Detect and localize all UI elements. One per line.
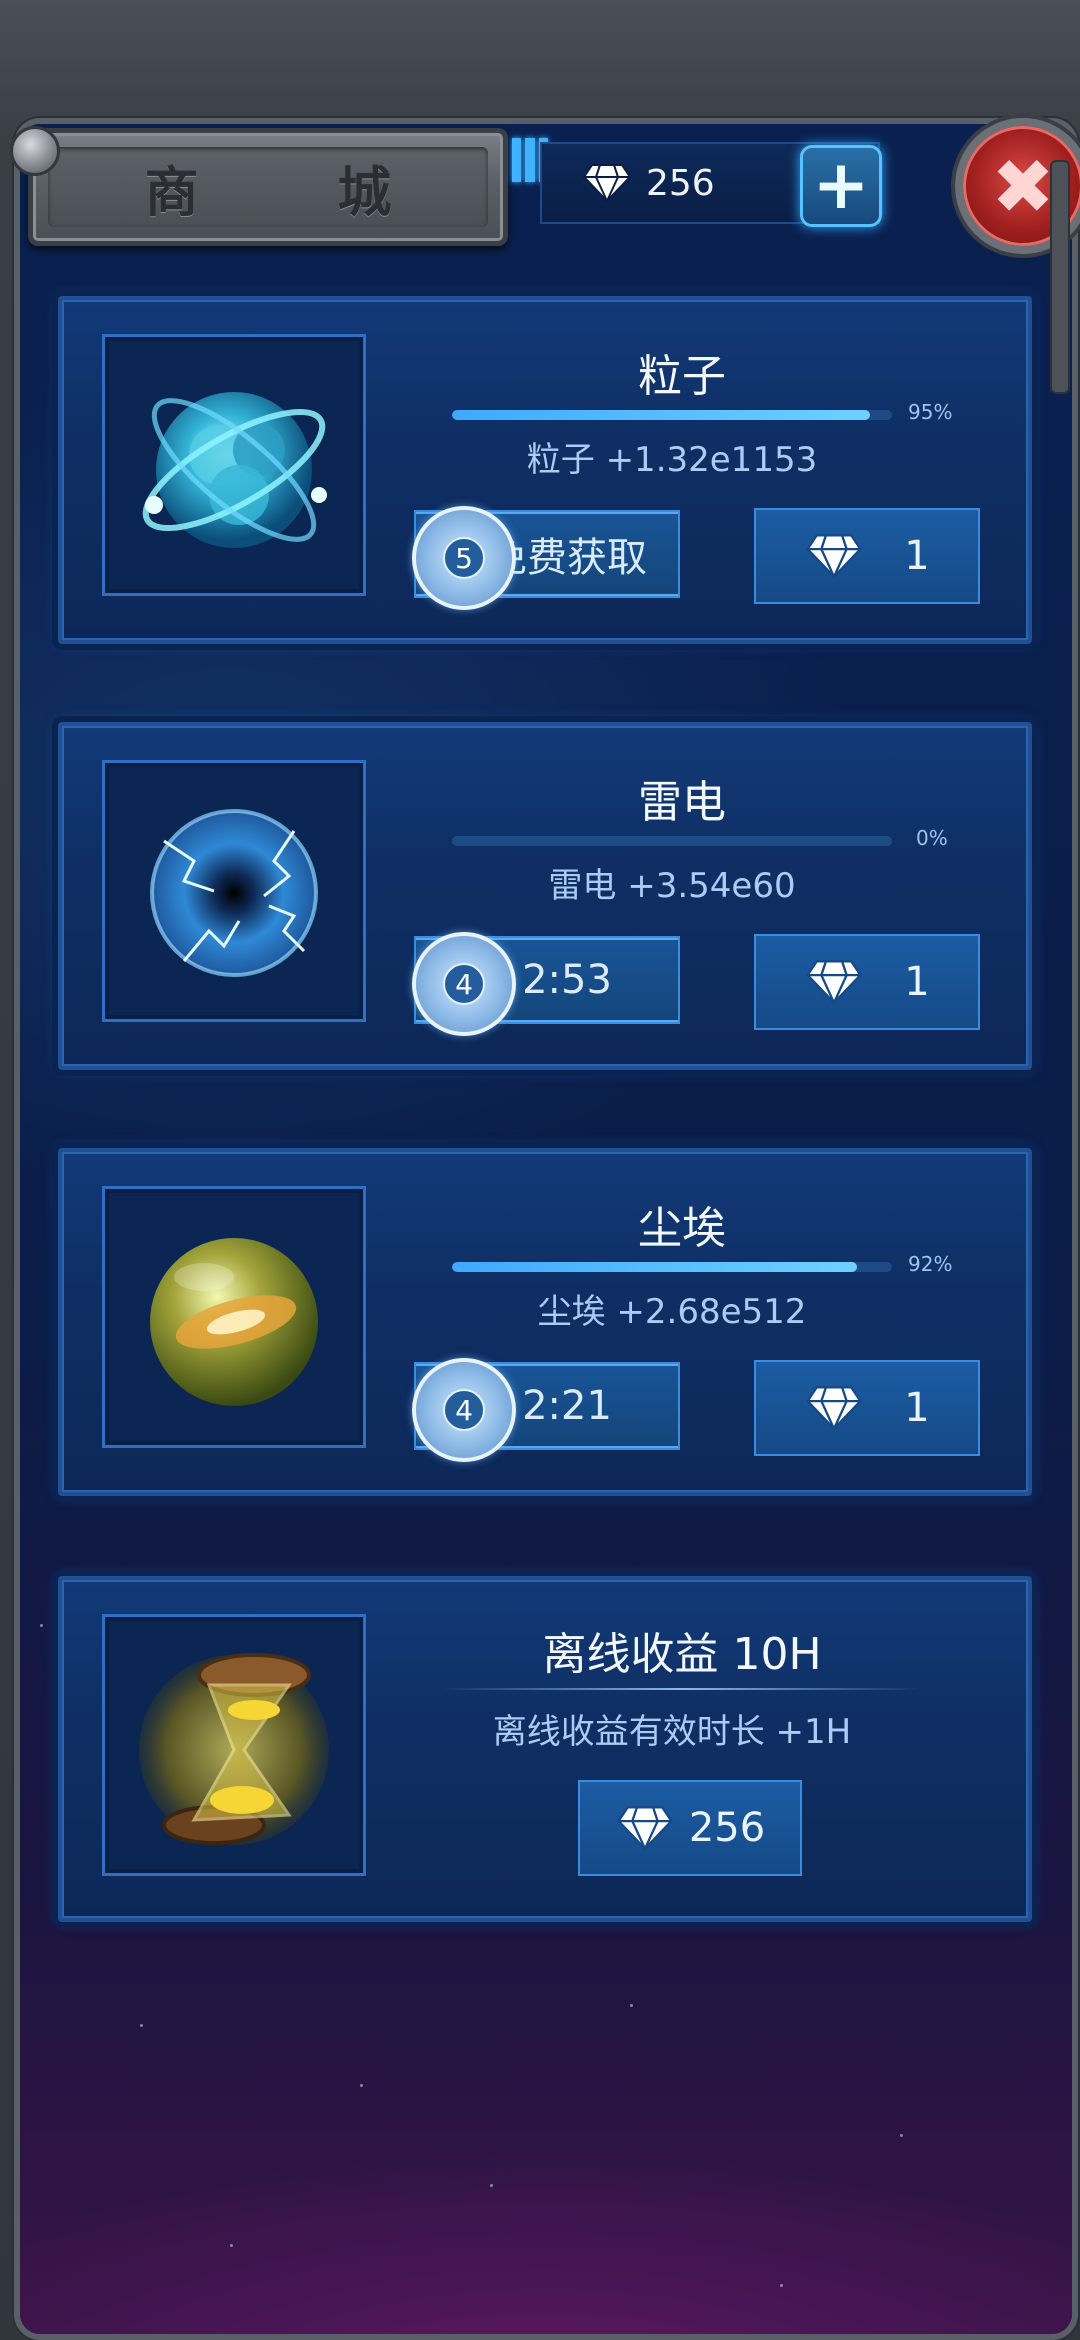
progress-fill [452, 1262, 857, 1272]
particle-orb-icon [142, 392, 327, 548]
hourglass-icon [139, 1653, 329, 1845]
diamond-icon [806, 960, 863, 1005]
item-progress-bar [452, 836, 892, 846]
progress-percent: 92% [908, 1252, 953, 1276]
add-gems-button[interactable]: + [800, 145, 882, 227]
progress-percent: 0% [916, 826, 948, 850]
film-reel-icon: 4 [412, 932, 516, 1036]
progress-percent: 95% [908, 400, 953, 424]
item-progress-bar [452, 1262, 892, 1272]
film-reel-icon: 5 [412, 506, 516, 610]
diamond-icon [806, 534, 863, 579]
item-description: 粒子 +1.32e1153 [526, 440, 818, 480]
item-title: 尘埃 [638, 1203, 726, 1254]
diamond-icon [616, 1806, 673, 1851]
price-label: 1 [904, 533, 930, 579]
price-label: 256 [688, 1805, 766, 1851]
gem-count: 256 [646, 162, 715, 204]
item-icon-frame [102, 1614, 366, 1876]
close-icon: ✖ [991, 141, 1055, 231]
price-label: 1 [904, 1385, 930, 1431]
item-icon-frame [102, 760, 366, 1022]
item-title: 雷电 [638, 777, 726, 828]
dust-orb-icon [150, 1238, 318, 1406]
item-icon-frame [102, 334, 366, 596]
reel-count: 5 [443, 537, 485, 579]
film-reel-icon: 4 [412, 1358, 516, 1462]
item-description: 尘埃 +2.68e512 [537, 1292, 807, 1332]
screw-icon [10, 126, 60, 176]
buy-with-gems-button[interactable]: 1 [754, 1360, 980, 1456]
video-timer: 2:53 [522, 957, 612, 1003]
title-tab: 商 城 [28, 128, 508, 246]
shop-item-lightning: 雷电 0% 雷电 +3.54e60 2:53 4 1 [58, 722, 1032, 1070]
item-icon-frame [102, 1186, 366, 1448]
page-title: 商 城 [48, 147, 488, 227]
item-title: 粒子 [638, 351, 726, 402]
title-divider [442, 1688, 922, 1690]
shop-item-particle: 粒子 95% 粒子 +1.32e1153 免费获取 5 1 [58, 296, 1032, 644]
diamond-icon [806, 1386, 863, 1431]
shop-item-dust: 尘埃 92% 尘埃 +2.68e512 2:21 4 1 [58, 1148, 1032, 1496]
item-description: 离线收益有效时长 +1H [492, 1712, 852, 1752]
buy-with-gems-button[interactable]: 256 [578, 1780, 802, 1876]
reel-count: 4 [443, 963, 485, 1005]
item-progress-bar [452, 410, 892, 420]
buy-with-gems-button[interactable]: 1 [754, 934, 980, 1030]
progress-fill [452, 410, 870, 420]
video-timer: 2:21 [522, 1383, 612, 1429]
side-rail [1050, 160, 1070, 394]
buy-with-gems-button[interactable]: 1 [754, 508, 980, 604]
item-title: 离线收益 10H [542, 1629, 822, 1680]
lightning-orb-icon [150, 809, 318, 977]
price-label: 1 [904, 959, 930, 1005]
diamond-icon [582, 164, 632, 203]
reel-count: 4 [443, 1389, 485, 1431]
shop-item-offline-earnings: 离线收益 10H 离线收益有效时长 +1H 256 [58, 1576, 1032, 1922]
item-description: 雷电 +3.54e60 [548, 866, 796, 906]
